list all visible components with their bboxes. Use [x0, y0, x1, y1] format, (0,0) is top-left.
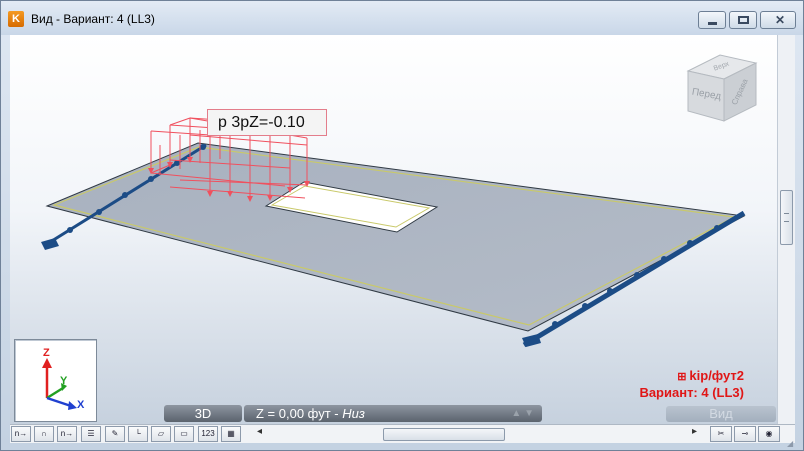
maximize-icon [738, 16, 749, 24]
axes-button[interactable]: └ [128, 426, 148, 442]
minimize-button[interactable] [698, 11, 726, 29]
maximize-button[interactable] [729, 11, 757, 29]
view-window: K Вид - Вариант: 4 (LL3) ✕ p 3pZ=-0.10 П… [0, 0, 804, 451]
close-button[interactable]: ✕ [760, 11, 796, 29]
grid-button[interactable]: ▦ [221, 426, 241, 442]
minimize-icon [708, 22, 717, 25]
bottom-toolbar: n→ ∩ n→ ☰ ✎ └ ▱ ▭ 123 ▦ ◂ ▸ ✂ ⊸ ◉ [10, 424, 795, 443]
title-bar[interactable]: K Вид - Вариант: 4 (LL3) ✕ [1, 1, 803, 35]
render-options-icon[interactable]: ✂ [710, 426, 732, 442]
numbering-button[interactable]: 123 [198, 426, 218, 442]
nodes-button[interactable]: n→ [11, 426, 31, 442]
app-logo-icon: K [8, 11, 24, 27]
model-viewport[interactable]: p 3pZ=-0.10 Перед Справа Верх Z Y X ⊞ ki… [10, 35, 777, 424]
close-icon: ✕ [775, 13, 786, 27]
vertical-scrollbar[interactable] [777, 35, 795, 424]
plane-prefix: Z = 0,00 фут - [256, 406, 343, 421]
axis-z-label: Z [43, 347, 50, 359]
resize-grip-icon[interactable]: ◢ [787, 439, 799, 449]
legend-unit: kip/фут2 [689, 368, 744, 383]
area-load-icon: ⊞ [677, 371, 687, 383]
visibility-icon[interactable]: ◉ [758, 426, 780, 442]
axis-x-label: X [77, 399, 85, 411]
legend-unit-row: ⊞ kip/фут2 [639, 368, 744, 385]
horizontal-scrollbar[interactable]: ◂ ▸ [257, 426, 697, 442]
plane-selector[interactable]: Z = 0,00 фут - Низ ▲ ▼ [244, 405, 542, 422]
panels-button[interactable]: ▭ [174, 426, 194, 442]
members-button[interactable]: n→ [57, 426, 77, 442]
coordinate-axes-widget: Z Y X [14, 339, 97, 422]
plates-button[interactable]: ▱ [151, 426, 171, 442]
legend-case: Вариант: 4 (LL3) [639, 385, 744, 400]
axes-icon: Z Y X [42, 347, 85, 411]
view-cube[interactable]: Перед Справа Верх [682, 53, 772, 143]
model-scene[interactable] [10, 35, 777, 424]
loads-button[interactable]: ☰ [81, 426, 101, 442]
load-value-tooltip: p 3pZ=-0.10 [207, 109, 327, 136]
window-title: Вид - Вариант: 4 (LL3) [31, 12, 155, 26]
sections-button[interactable]: ✎ [105, 426, 125, 442]
plane-name: Низ [342, 406, 365, 421]
plane-up-down-icon[interactable]: ▲ ▼ [511, 405, 534, 422]
load-legend: ⊞ kip/фут2 Вариант: 4 (LL3) [639, 368, 744, 401]
view-button[interactable]: Вид [666, 406, 776, 422]
display-options-icon[interactable]: ⊸ [734, 426, 756, 442]
supports-button[interactable]: ∩ [34, 426, 54, 442]
horizontal-scroll-thumb[interactable] [383, 428, 505, 441]
axis-y-label: Y [60, 375, 68, 387]
vertical-scroll-thumb[interactable] [780, 190, 793, 245]
view-mode-3d-button[interactable]: 3D [164, 405, 242, 422]
scroll-left-icon[interactable]: ◂ [257, 426, 262, 437]
scroll-right-icon[interactable]: ▸ [692, 426, 697, 437]
